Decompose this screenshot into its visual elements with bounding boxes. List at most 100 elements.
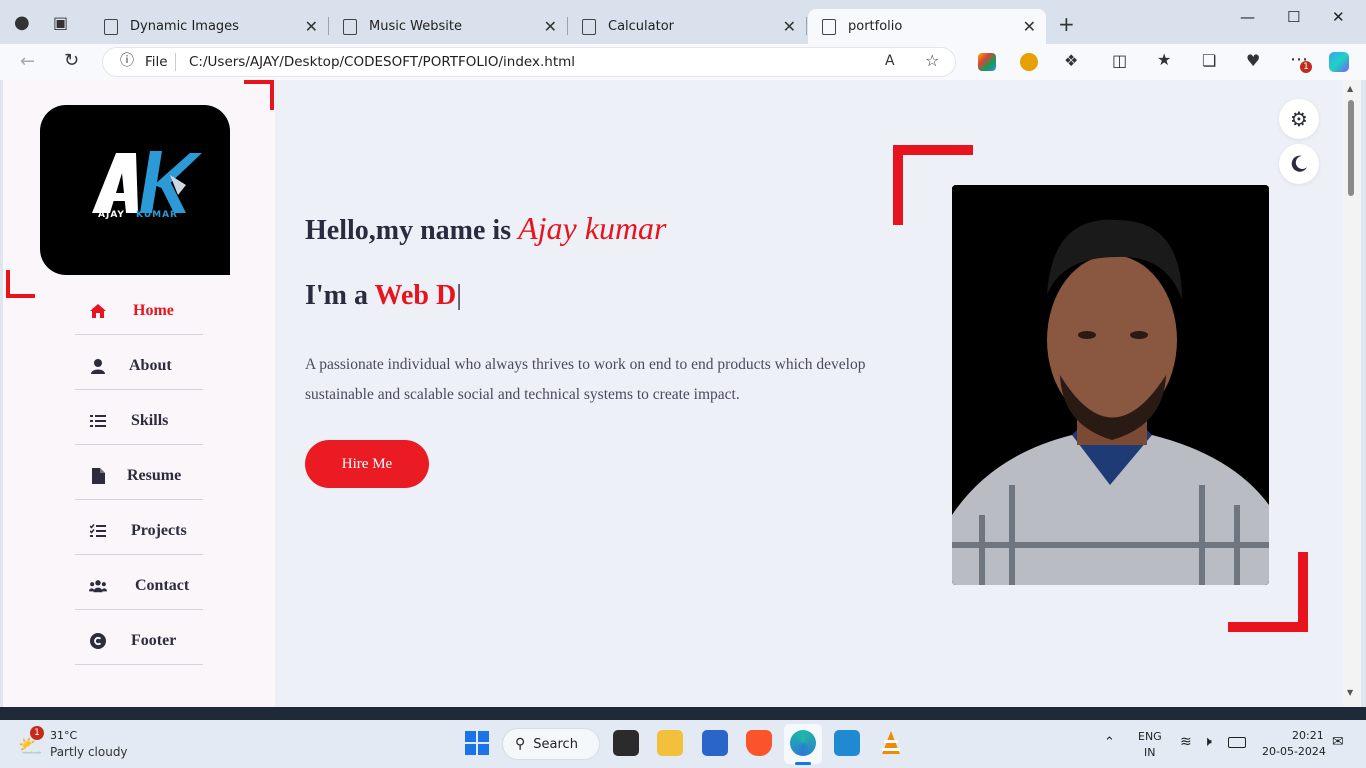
extensions-puzzle-icon[interactable]: ❖ <box>1064 53 1078 69</box>
copyright-icon <box>89 632 107 650</box>
close-icon[interactable]: ✕ <box>783 17 796 36</box>
close-icon[interactable]: ✕ <box>544 17 557 36</box>
corner-bracket <box>6 294 35 298</box>
start-icon[interactable] <box>464 730 490 756</box>
gear-icon: ⚙ <box>1290 107 1308 131</box>
collections-icon[interactable]: ❏ <box>1202 53 1216 69</box>
nav-label: Contact <box>135 576 190 594</box>
refresh-icon[interactable]: ↻ <box>64 52 79 70</box>
nav-footer[interactable]: Footer <box>75 617 203 665</box>
nav-label: Skills <box>131 411 169 429</box>
nav-skills[interactable]: Skills <box>75 397 203 445</box>
portrait-image <box>952 185 1269 585</box>
logo-name-left: AJAY <box>98 210 125 220</box>
language-label[interactable]: ENG <box>1138 730 1162 743</box>
nav-about[interactable]: About <box>75 342 203 390</box>
vlc-icon[interactable] <box>878 730 904 756</box>
clock-time[interactable]: 20:21 <box>1292 729 1324 742</box>
tab-label: Calculator <box>608 19 675 34</box>
clock-date: 20-05-2024 <box>1262 745 1326 758</box>
profile-icon[interactable]: ● <box>14 14 30 32</box>
nav-label: Projects <box>131 521 187 539</box>
nav-label: Resume <box>127 466 182 484</box>
tab-actions-icon[interactable]: ▣ <box>53 15 68 31</box>
dark-mode-toggle[interactable] <box>1279 144 1319 184</box>
close-icon[interactable]: ✕ <box>305 17 318 36</box>
copilot-icon[interactable] <box>1329 52 1349 72</box>
tab-music-website[interactable]: Music Website ✕ <box>329 9 568 44</box>
tab-calculator[interactable]: Calculator ✕ <box>568 9 807 44</box>
logo[interactable]: AJAY KUMAR <box>40 105 230 275</box>
home-icon <box>89 302 107 320</box>
split-screen-icon[interactable]: ◫ <box>1112 53 1127 69</box>
minimize-icon[interactable]: — <box>1240 8 1255 26</box>
url-text[interactable]: C:/Users/AJAY/Desktop/CODESOFT/PORTFOLIO… <box>189 54 575 70</box>
nav-home[interactable]: Home <box>75 287 203 335</box>
info-icon[interactable]: ⓘ <box>120 54 134 68</box>
page-scrollbar[interactable]: ▲ ▼ <box>1343 80 1361 707</box>
taskbar-search[interactable]: ⚲ Search <box>502 728 600 760</box>
back-icon[interactable]: ← <box>20 53 35 71</box>
tasks-icon <box>89 522 107 540</box>
weather-widget[interactable]: ⛅ 1 31°C Partly cloudy <box>16 726 146 762</box>
tab-dynamic-images[interactable]: Dynamic Images ✕ <box>90 9 329 44</box>
hero-greeting: Hello,my name is Ajay kumar <box>305 210 667 247</box>
vscode-icon[interactable] <box>834 730 860 756</box>
tab-portfolio[interactable]: portfolio ✕ <box>808 9 1046 44</box>
nav-resume[interactable]: Resume <box>75 452 203 500</box>
page-icon <box>582 18 596 35</box>
read-aloud-icon[interactable]: A <box>885 54 895 68</box>
weather-temp: 31°C <box>50 729 78 742</box>
corner-bracket <box>1228 622 1308 632</box>
close-icon[interactable]: ✕ <box>1023 17 1036 36</box>
brave-browser-icon[interactable] <box>746 730 772 756</box>
scroll-up-icon[interactable]: ▲ <box>1347 84 1353 93</box>
nav-projects[interactable]: Projects <box>75 507 203 555</box>
nav-label: Footer <box>131 631 177 649</box>
taskbar: ⛅ 1 31°C Partly cloudy ⚲ Search ⌃ ENG IN… <box>0 720 1366 768</box>
active-indicator <box>795 762 811 765</box>
list-icon <box>89 412 107 430</box>
search-label: Search <box>533 736 578 752</box>
tab-label: portfolio <box>848 19 903 34</box>
weather-condition: Partly cloudy <box>50 745 128 759</box>
greeting-text: Hello,my name is <box>305 215 519 246</box>
page-viewport: AJAY KUMAR Home About Skills Resume Proj… <box>3 80 1343 707</box>
profile-photo <box>952 185 1269 585</box>
nav-contact[interactable]: Contact <box>75 562 203 610</box>
hire-me-button[interactable]: Hire Me <box>305 440 429 488</box>
scroll-thumb[interactable] <box>1348 100 1354 196</box>
chevron-up-icon[interactable]: ⌃ <box>1104 735 1115 750</box>
address-bar[interactable]: ⓘ File C:/Users/AJAY/Desktop/CODESOFT/PO… <box>102 47 956 77</box>
hero-name: Ajay kumar <box>518 210 667 246</box>
sidebar: AJAY KUMAR Home About Skills Resume Proj… <box>3 80 275 707</box>
extension-icon[interactable] <box>978 53 996 71</box>
wifi-icon[interactable]: ≋ <box>1180 734 1192 750</box>
maximize-icon[interactable]: ☐ <box>1287 8 1300 26</box>
performance-icon[interactable]: ♥ <box>1246 53 1260 69</box>
page-icon <box>343 18 357 35</box>
store-icon[interactable] <box>702 730 728 756</box>
file-icon <box>89 467 107 485</box>
favorites-icon[interactable]: ★ <box>1157 52 1171 68</box>
corner-bracket <box>893 145 973 155</box>
favorite-star-icon[interactable]: ☆ <box>925 53 939 69</box>
scroll-down-icon[interactable]: ▼ <box>1347 688 1353 697</box>
corner-bracket <box>1298 552 1308 632</box>
notifications-icon[interactable]: ✉ <box>1332 734 1344 750</box>
battery-icon[interactable] <box>1228 737 1246 748</box>
new-tab-icon[interactable]: + <box>1058 14 1075 34</box>
users-icon <box>89 577 107 595</box>
tab-label: Music Website <box>369 19 462 34</box>
settings-button[interactable]: ⚙ <box>1279 99 1319 139</box>
window-close-icon[interactable]: ✕ <box>1332 8 1345 26</box>
moon-icon <box>1291 155 1307 172</box>
volume-icon[interactable]: 🕨 <box>1203 734 1212 750</box>
edge-browser-icon[interactable] <box>790 730 816 756</box>
task-view-icon[interactable] <box>613 730 639 756</box>
url-divider <box>175 53 176 71</box>
role-prefix: I'm a <box>305 280 375 311</box>
extension-icon[interactable] <box>1020 53 1038 71</box>
file-explorer-icon[interactable] <box>657 730 683 756</box>
region-label: IN <box>1144 746 1156 759</box>
